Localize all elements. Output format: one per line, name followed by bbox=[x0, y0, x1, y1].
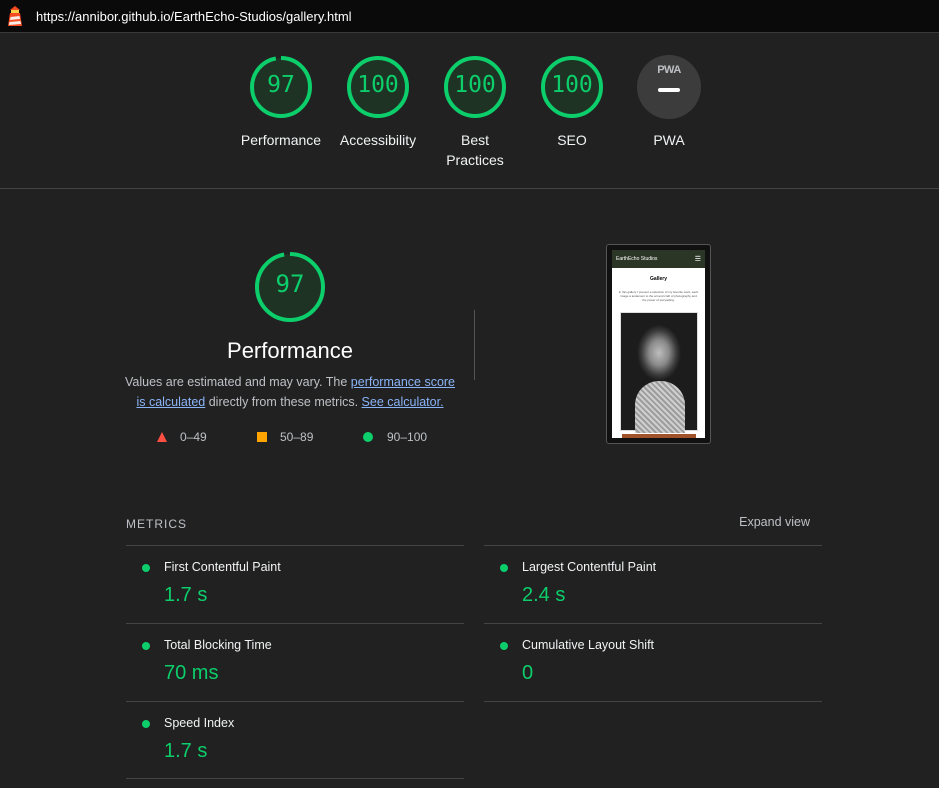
gauge-seo[interactable]: 100 SEO bbox=[522, 54, 622, 150]
page-url: https://annibor.github.io/EarthEcho-Stud… bbox=[36, 8, 352, 24]
gauge-score: 100 bbox=[454, 72, 496, 98]
metric-total-blocking-time: Total Blocking Time 70 ms bbox=[126, 623, 464, 702]
metric-speed-index: Speed Index 1.7 s bbox=[126, 701, 464, 780]
screenshot-site-name: EarthEcho Studios bbox=[616, 256, 658, 262]
screenshot-navbar: EarthEcho Studios ☰ bbox=[612, 250, 705, 268]
legend-fail: 0–49 bbox=[156, 430, 207, 444]
gauge-score: 100 bbox=[551, 72, 593, 98]
pass-circle-icon bbox=[142, 564, 150, 572]
performance-summary: 97 Performance Values are estimated and … bbox=[120, 250, 460, 412]
see-calculator-link[interactable]: See calculator. bbox=[362, 395, 444, 409]
triangle-icon bbox=[157, 432, 167, 442]
pass-circle-icon bbox=[142, 720, 150, 728]
portrait-photo bbox=[620, 312, 698, 433]
pwa-badge-text: PWA bbox=[657, 64, 681, 76]
performance-title: Performance bbox=[227, 338, 353, 363]
metric-name: Cumulative Layout Shift bbox=[522, 638, 655, 652]
performance-gauge: 97 bbox=[253, 250, 327, 324]
circle-icon bbox=[363, 432, 373, 442]
gauge-label: PWA bbox=[653, 132, 685, 148]
metric-value: 1.7 s bbox=[164, 740, 208, 762]
metric-value: 70 ms bbox=[164, 662, 219, 684]
gauge-label: Performance bbox=[240, 132, 322, 148]
metric-name: Total Blocking Time bbox=[164, 638, 272, 652]
metric-largest-contentful-paint: Largest Contentful Paint 2.4 s bbox=[484, 545, 822, 624]
gauge-performance[interactable]: 97 Performance bbox=[231, 54, 331, 150]
performance-score: 97 bbox=[275, 270, 305, 298]
lighthouse-icon bbox=[0, 0, 30, 33]
divider bbox=[474, 310, 475, 380]
gauge-score: 97 bbox=[267, 72, 295, 98]
gauge-label: Best Practices bbox=[446, 132, 504, 168]
performance-description: Values are estimated and may vary. The p… bbox=[120, 372, 460, 412]
gauge-pwa[interactable]: PWA PWA bbox=[619, 54, 719, 150]
next-photo-edge bbox=[622, 434, 696, 438]
legend-average: 50–89 bbox=[256, 430, 313, 444]
metric-value: 1.7 s bbox=[164, 584, 208, 606]
gauge-label: SEO bbox=[557, 132, 587, 148]
gauge-label: Accessibility bbox=[339, 132, 417, 148]
page-screenshot-thumbnail[interactable]: EarthEcho Studios ☰ Gallery In this gall… bbox=[606, 244, 711, 444]
metric-name: First Contentful Paint bbox=[164, 560, 281, 574]
metric-name: Largest Contentful Paint bbox=[522, 560, 657, 574]
url-bar: https://annibor.github.io/EarthEcho-Stud… bbox=[0, 0, 939, 33]
metric-value: 2.4 s bbox=[522, 584, 566, 606]
square-icon bbox=[257, 432, 267, 442]
legend-range: 50–89 bbox=[280, 430, 314, 444]
legend-pass: 90–100 bbox=[362, 430, 427, 444]
screenshot-page-title: Gallery bbox=[650, 276, 667, 282]
metrics-label: METRICS bbox=[126, 517, 187, 531]
desc-text: directly from these metrics. bbox=[205, 395, 362, 409]
metric-name: Speed Index bbox=[164, 716, 235, 730]
photo-subject bbox=[635, 381, 685, 433]
metric-first-contentful-paint: First Contentful Paint 1.7 s bbox=[126, 545, 464, 624]
pass-circle-icon bbox=[142, 642, 150, 650]
gauge-accessibility[interactable]: 100 Accessibility bbox=[328, 54, 428, 150]
metric-cumulative-layout-shift: Cumulative Layout Shift 0 bbox=[484, 623, 822, 702]
desc-text: Values are estimated and may vary. The bbox=[124, 375, 351, 389]
legend-range: 0–49 bbox=[180, 430, 207, 444]
expand-view-button[interactable]: Expand view bbox=[739, 515, 810, 529]
divider bbox=[126, 778, 464, 779]
screenshot-screen: EarthEcho Studios ☰ Gallery In this gall… bbox=[612, 250, 705, 438]
metric-value: 0 bbox=[522, 662, 534, 684]
pass-circle-icon bbox=[500, 642, 508, 650]
gauge-best-practices[interactable]: 100 Best Practices bbox=[425, 54, 525, 170]
hamburger-icon: ☰ bbox=[694, 256, 701, 263]
summary-gauges: 97 Performance 100 Accessibility 100 Bes… bbox=[0, 54, 939, 174]
legend-range: 90–100 bbox=[387, 430, 428, 444]
metrics-header: METRICS Expand view bbox=[126, 515, 810, 533]
divider bbox=[0, 188, 939, 189]
gauge-score: 100 bbox=[357, 72, 399, 98]
screenshot-intro-text: In this gallery I present a selection of… bbox=[618, 290, 699, 302]
pass-circle-icon bbox=[500, 564, 508, 572]
score-legend: 0–49 50–89 90–100 bbox=[150, 430, 450, 444]
